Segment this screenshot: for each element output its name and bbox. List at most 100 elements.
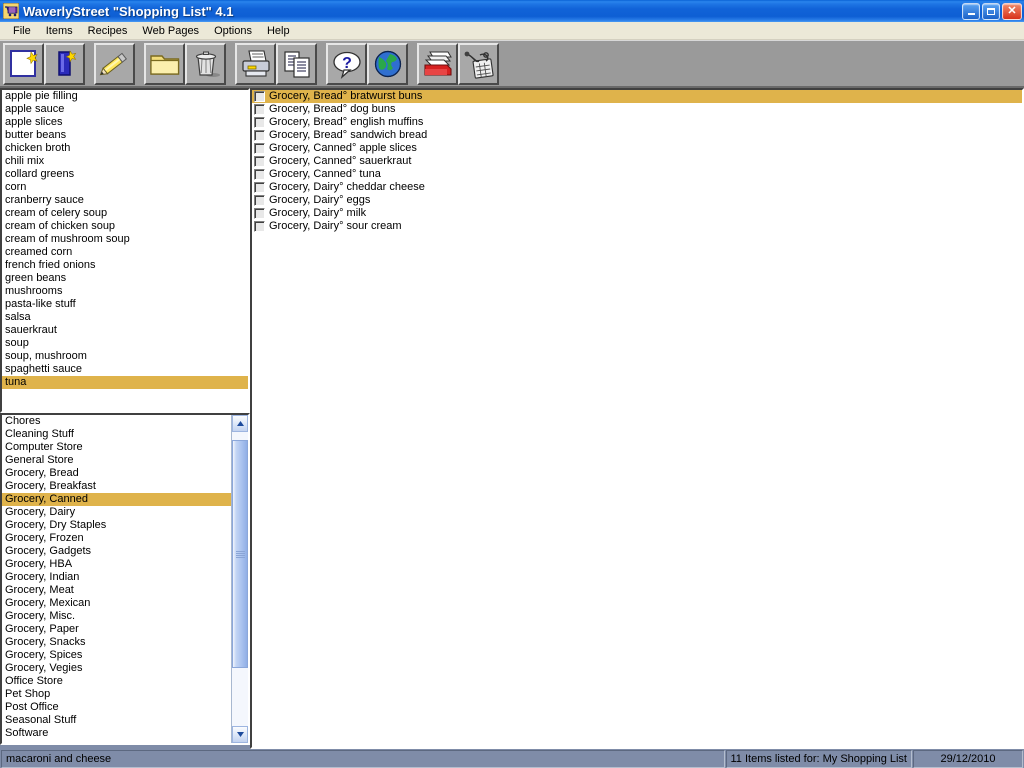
open-button[interactable] [144, 42, 185, 85]
scroll-up-arrow-icon[interactable] [232, 415, 248, 432]
list-item[interactable]: Grocery, Dry Staples [2, 519, 231, 532]
list-item[interactable]: Grocery, Misc. [2, 610, 231, 623]
minimize-button[interactable] [962, 2, 980, 20]
list-item[interactable]: Office Store [2, 675, 231, 688]
print-button[interactable] [235, 42, 276, 85]
list-item[interactable]: green beans [2, 272, 248, 285]
list-item[interactable]: Grocery, Mexican [2, 597, 231, 610]
list-item[interactable]: tuna [2, 376, 248, 389]
checkbox[interactable] [254, 91, 265, 102]
list-item[interactable]: soup [2, 337, 248, 350]
checkbox[interactable] [254, 117, 265, 128]
list-item[interactable]: Grocery, Snacks [2, 636, 231, 649]
list-item[interactable]: Grocery, Spices [2, 649, 231, 662]
new-list-button[interactable] [3, 42, 44, 85]
list-item[interactable]: cream of celery soup [2, 207, 248, 220]
checkbox[interactable] [254, 143, 265, 154]
list-item[interactable]: Grocery, Indian [2, 571, 231, 584]
edit-button[interactable] [94, 42, 135, 85]
checkbox[interactable] [254, 195, 265, 206]
maximize-button[interactable] [982, 2, 1000, 20]
shopping-list-item[interactable]: Grocery, Bread° bratwurst buns [252, 90, 1022, 103]
menu-recipes[interactable]: Recipes [81, 23, 136, 39]
recipes-button[interactable] [417, 42, 458, 85]
list-item[interactable]: Grocery, Paper [2, 623, 231, 636]
close-button[interactable]: ✕ [1002, 2, 1022, 20]
list-item[interactable]: apple sauce [2, 103, 248, 116]
list-item[interactable]: Seasonal Stuff [2, 714, 231, 727]
checkbox[interactable] [254, 130, 265, 141]
list-item[interactable]: salsa [2, 311, 248, 324]
menu-items[interactable]: Items [39, 23, 81, 39]
list-item[interactable]: soup, mushroom [2, 350, 248, 363]
list-item[interactable]: apple slices [2, 116, 248, 129]
list-item[interactable]: Grocery, Dairy [2, 506, 231, 519]
list-item[interactable]: french fried onions [2, 259, 248, 272]
menu-help[interactable]: Help [260, 23, 298, 39]
list-item[interactable]: Computer Store [2, 441, 231, 454]
list-item[interactable]: cream of chicken soup [2, 220, 248, 233]
list-item[interactable]: Grocery, Frozen [2, 532, 231, 545]
list-item[interactable]: chicken broth [2, 142, 248, 155]
help-button[interactable]: ? [326, 42, 367, 85]
shopping-list-item[interactable]: Grocery, Dairy° eggs [252, 194, 1022, 207]
list-item[interactable]: Grocery, Bread [2, 467, 231, 480]
list-item[interactable]: Chores [2, 415, 231, 428]
shopping-list-item[interactable]: Grocery, Dairy° cheddar cheese [252, 181, 1022, 194]
tools-button[interactable] [458, 42, 499, 85]
list-item[interactable]: Pet Shop [2, 688, 231, 701]
list-item[interactable]: Grocery, Gadgets [2, 545, 231, 558]
categories-list-inner[interactable]: Chores Cleaning Stuff Computer Store Genera… [2, 415, 231, 743]
shopping-list-item[interactable]: Grocery, Bread° english muffins [252, 116, 1022, 129]
list-item[interactable]: butter beans [2, 129, 248, 142]
checkbox[interactable] [254, 169, 265, 180]
checkbox[interactable] [254, 156, 265, 167]
copy-button[interactable] [276, 42, 317, 85]
shopping-list[interactable]: Grocery, Bread° bratwurst buns Grocery, B… [250, 88, 1024, 749]
list-item[interactable]: chili mix [2, 155, 248, 168]
list-item[interactable]: corn [2, 181, 248, 194]
shopping-list-item[interactable]: Grocery, Canned° sauerkraut [252, 155, 1022, 168]
list-item[interactable]: Software [2, 727, 231, 740]
checkbox[interactable] [254, 221, 265, 232]
menu-options[interactable]: Options [207, 23, 260, 39]
checkbox[interactable] [254, 104, 265, 115]
menu-web-pages[interactable]: Web Pages [135, 23, 207, 39]
categories-scrollbar[interactable] [231, 415, 248, 743]
web-button[interactable] [367, 42, 408, 85]
list-item[interactable]: mushrooms [2, 285, 248, 298]
list-item[interactable]: Grocery, HBA [2, 558, 231, 571]
list-item[interactable]: collard greens [2, 168, 248, 181]
checkbox[interactable] [254, 208, 265, 219]
list-item[interactable]: Grocery, Breakfast [2, 480, 231, 493]
shopping-list-item[interactable]: Grocery, Bread° dog buns [252, 103, 1022, 116]
list-item[interactable]: cranberry sauce [2, 194, 248, 207]
menu-file[interactable]: File [6, 23, 39, 39]
list-item[interactable]: Post Office [2, 701, 231, 714]
checkbox[interactable] [254, 182, 265, 193]
list-item[interactable]: Cleaning Stuff [2, 428, 231, 441]
items-list[interactable]: apple pie filling apple sauce apple slices… [0, 88, 250, 413]
list-item[interactable]: cream of mushroom soup [2, 233, 248, 246]
toolbar-group-file [144, 42, 226, 85]
shopping-list-item[interactable]: Grocery, Dairy° sour cream [252, 220, 1022, 233]
list-item[interactable]: apple pie filling [2, 90, 248, 103]
new-item-button[interactable] [44, 42, 85, 85]
list-item[interactable]: creamed corn [2, 246, 248, 259]
list-item[interactable]: pasta-like stuff [2, 298, 248, 311]
list-item[interactable]: Grocery, Meat [2, 584, 231, 597]
categories-list[interactable]: Chores Cleaning Stuff Computer Store Genera… [0, 413, 250, 745]
list-item[interactable]: General Store [2, 454, 231, 467]
list-item[interactable]: Grocery, Canned [2, 493, 231, 506]
scrollbar-track[interactable] [232, 432, 248, 726]
delete-button[interactable] [185, 42, 226, 85]
shopping-list-item[interactable]: Grocery, Canned° tuna [252, 168, 1022, 181]
list-item[interactable]: Grocery, Vegies [2, 662, 231, 675]
shopping-list-item[interactable]: Grocery, Canned° apple slices [252, 142, 1022, 155]
scroll-down-arrow-icon[interactable] [232, 726, 248, 743]
shopping-list-item[interactable]: Grocery, Bread° sandwich bread [252, 129, 1022, 142]
list-item[interactable]: sauerkraut [2, 324, 248, 337]
shopping-list-item[interactable]: Grocery, Dairy° milk [252, 207, 1022, 220]
list-item[interactable]: spaghetti sauce [2, 363, 248, 376]
scrollbar-thumb[interactable] [232, 440, 248, 668]
